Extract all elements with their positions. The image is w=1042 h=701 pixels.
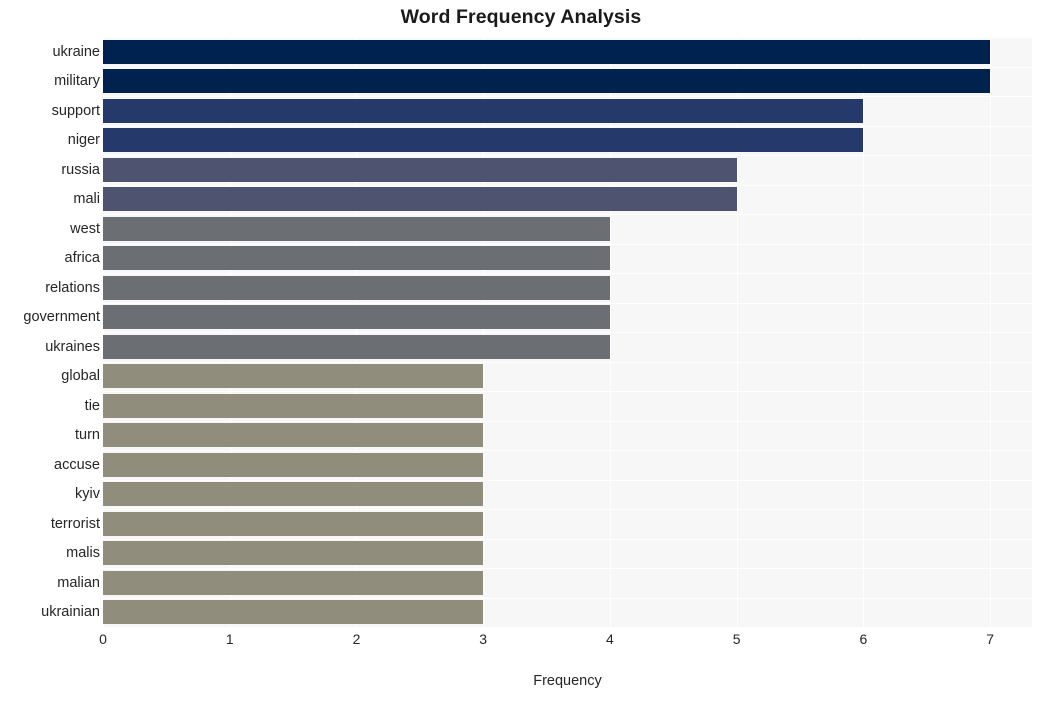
y-tick-label-africa: africa	[64, 250, 100, 267]
x-tick-label-0: 0	[99, 631, 107, 647]
y-tick-label-tie: tie	[84, 397, 100, 414]
y-tick-label-malis: malis	[66, 545, 100, 562]
x-tick-label-3: 3	[479, 631, 488, 647]
y-tick-label-government: government	[23, 309, 100, 326]
x-axis-title: Frequency	[533, 673, 602, 689]
y-tick-label-terrorist: terrorist	[50, 515, 100, 532]
y-tick-label-niger: niger	[67, 132, 100, 149]
y-tick-label-malian: malian	[57, 574, 100, 591]
y-tick-label-ukraines: ukraines	[45, 338, 100, 355]
y-tick-label-mali: mali	[73, 191, 100, 208]
x-tick-label-7: 7	[986, 631, 995, 647]
x-tick-label-6: 6	[859, 631, 868, 647]
x-tick-label-1: 1	[225, 631, 234, 647]
x-tick-label-2: 2	[352, 631, 361, 647]
x-tick-label-5: 5	[732, 631, 741, 647]
y-tick-label-global: global	[61, 368, 100, 385]
y-tick-label-ukrainian: ukrainian	[41, 604, 100, 621]
x-axis-tick-labels: 0 1 2 3 4 5 6 7	[0, 631, 1042, 655]
chart-title: Word Frequency Analysis	[400, 6, 642, 28]
y-tick-label-kyiv: kyiv	[75, 486, 100, 503]
x-tick-label-4: 4	[606, 631, 614, 647]
y-tick-label-military: military	[54, 73, 100, 90]
y-axis-labels: ukraine military support niger russia mali wes…	[0, 37, 1042, 627]
y-tick-label-support: support	[51, 102, 100, 119]
y-tick-label-west: west	[70, 220, 100, 237]
y-tick-label-turn: turn	[75, 427, 100, 444]
word-frequency-chart: Word Frequency Analysis ukraine military s…	[0, 0, 1042, 701]
y-tick-label-relations: relations	[45, 279, 100, 296]
y-tick-label-russia: russia	[61, 161, 100, 178]
y-tick-label-ukraine: ukraine	[52, 43, 100, 60]
y-tick-label-accuse: accuse	[54, 456, 100, 473]
